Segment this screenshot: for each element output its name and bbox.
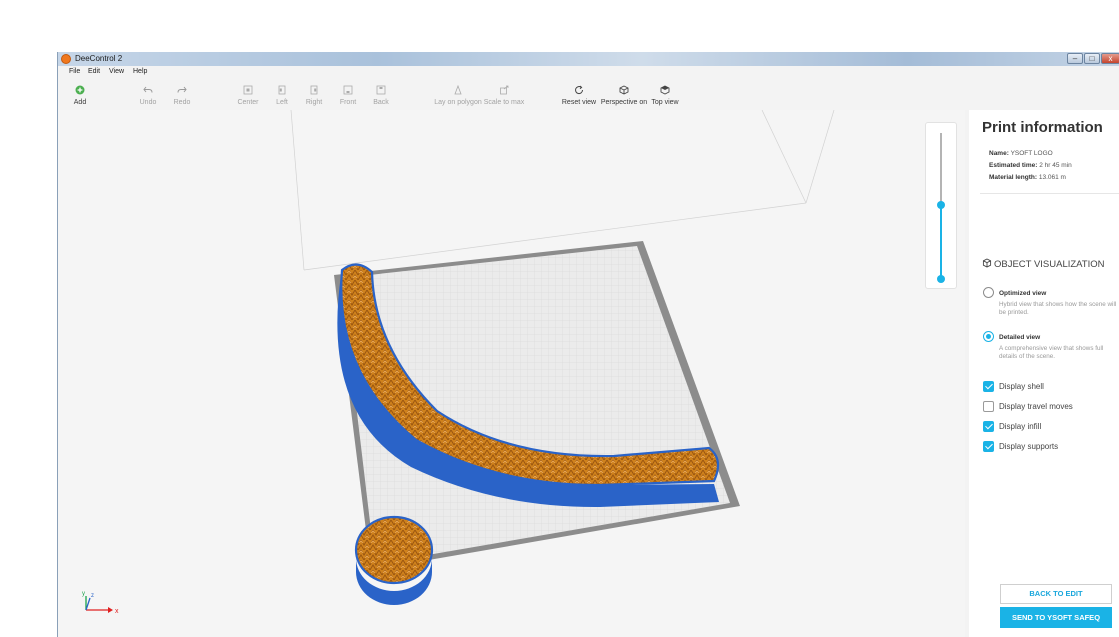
align-front-icon (343, 85, 353, 95)
reset-view-icon (575, 85, 584, 95)
display-infill-label[interactable]: Display infill (999, 421, 1041, 432)
info-name-value: YSOFT LOGO (1010, 150, 1053, 157)
info-time-label: Estimated time: (989, 162, 1038, 169)
maximize-button[interactable]: □ (1084, 53, 1100, 64)
panel-title: Print information (982, 119, 1103, 136)
optimized-view-radio[interactable] (983, 287, 994, 298)
info-name-label: Name: (989, 150, 1009, 157)
menu-help[interactable]: Help (133, 67, 147, 77)
app-logo-icon (61, 54, 71, 64)
display-travel-moves-label[interactable]: Display travel moves (999, 401, 1073, 412)
print-preview-scene: eDee x y z (82, 110, 835, 615)
display-travel-moves-checkbox[interactable] (983, 401, 994, 412)
toolbar: Add Undo Redo Center Left Right Front Ba… (58, 79, 1119, 109)
slider-range-fill (940, 204, 942, 279)
lay-on-polygon-label: Lay on polygon (434, 99, 482, 106)
reset-view-button[interactable]: Reset view (554, 85, 604, 107)
3d-viewport[interactable]: eDee x y z (58, 110, 965, 637)
minimize-button[interactable]: – (1067, 53, 1083, 64)
info-time: Estimated time: 2 hr 45 min (989, 161, 1072, 170)
redo-button[interactable]: Redo (157, 85, 207, 107)
axis-z-label: z (91, 593, 94, 599)
align-back-icon (376, 85, 386, 95)
axis-x-label: x (115, 608, 119, 615)
menu-edit[interactable]: Edit (88, 67, 100, 77)
align-right-icon (310, 85, 318, 95)
display-supports-label[interactable]: Display supports (999, 441, 1058, 452)
panel-divider (980, 193, 1119, 194)
add-button[interactable]: Add (55, 85, 105, 107)
info-material: Material length: 13.061 m (989, 173, 1066, 182)
reset-view-label: Reset view (561, 99, 597, 106)
redo-label: Redo (173, 99, 191, 106)
align-back-label: Back (373, 99, 389, 106)
display-shell-checkbox[interactable] (983, 381, 994, 392)
align-back-button[interactable]: Back (356, 85, 406, 107)
lay-on-polygon-button[interactable]: Lay on polygon (433, 85, 483, 107)
axis-y-label: y (82, 591, 85, 597)
menu-view[interactable]: View (109, 67, 124, 77)
axis-gizmo: x y z (82, 591, 119, 615)
close-button[interactable]: x (1101, 53, 1119, 64)
app-window: DeeControl 2 – □ x File Edit View Help A… (57, 52, 1119, 637)
build-volume-frame (290, 110, 835, 271)
perspective-icon (619, 85, 629, 95)
top-view-icon (660, 85, 670, 95)
window-title: DeeControl 2 (75, 54, 123, 63)
info-name: Name: YSOFT LOGO (989, 149, 1053, 158)
info-material-label: Material length: (989, 174, 1038, 181)
display-infill-checkbox[interactable] (983, 421, 994, 432)
scale-to-max-label: Scale to max (483, 99, 525, 106)
section-title-text: OBJECT VISUALIZATION (994, 259, 1105, 270)
redo-icon (177, 86, 187, 93)
display-supports-checkbox[interactable] (983, 441, 994, 452)
detailed-view-radio[interactable] (983, 331, 994, 342)
optimized-view-label[interactable]: Optimized view (999, 289, 1046, 298)
logo-dot-model (354, 515, 434, 605)
center-icon (243, 85, 253, 95)
scale-to-max-icon (500, 85, 509, 95)
undo-icon (143, 86, 153, 93)
back-to-edit-button[interactable]: BACK TO EDIT (1000, 584, 1112, 604)
scale-to-max-button[interactable]: Scale to max (479, 85, 529, 107)
menu-file[interactable]: File (69, 67, 80, 77)
add-label: Add (73, 99, 87, 106)
info-material-value: 13.061 m (1038, 174, 1066, 181)
dot-infill-top (354, 515, 434, 585)
menu-bar: File Edit View Help (58, 66, 1119, 78)
slider-handle-top[interactable] (937, 200, 945, 209)
optimized-view-description: Hybrid view that shows how the scene wil… (999, 301, 1117, 316)
display-shell-label[interactable]: Display shell (999, 381, 1044, 392)
add-icon (75, 85, 85, 95)
detailed-view-description: A comprehensive view that shows full det… (999, 345, 1104, 360)
send-to-ysoft-safeq-button[interactable]: SEND TO YSOFT SAFEQ (1000, 607, 1112, 628)
layer-range-slider[interactable] (925, 122, 957, 289)
top-view-label: Top view (651, 99, 679, 106)
print-info-panel: Print information Name: YSOFT LOGO Estim… (969, 110, 1119, 637)
slider-handle-bottom[interactable] (937, 275, 945, 283)
object-visualization-heading: OBJECT VISUALIZATION (982, 258, 1105, 271)
screen: DeeControl 2 – □ x File Edit View Help A… (0, 0, 1119, 637)
detailed-view-label[interactable]: Detailed view (999, 333, 1040, 342)
lay-on-polygon-icon (454, 85, 462, 95)
top-view-button[interactable]: Top view (640, 85, 690, 107)
info-time-value: 2 hr 45 min (1039, 162, 1072, 169)
title-bar[interactable]: DeeControl 2 – □ x (58, 52, 1119, 66)
align-left-icon (278, 85, 286, 95)
cube-icon (982, 258, 992, 268)
